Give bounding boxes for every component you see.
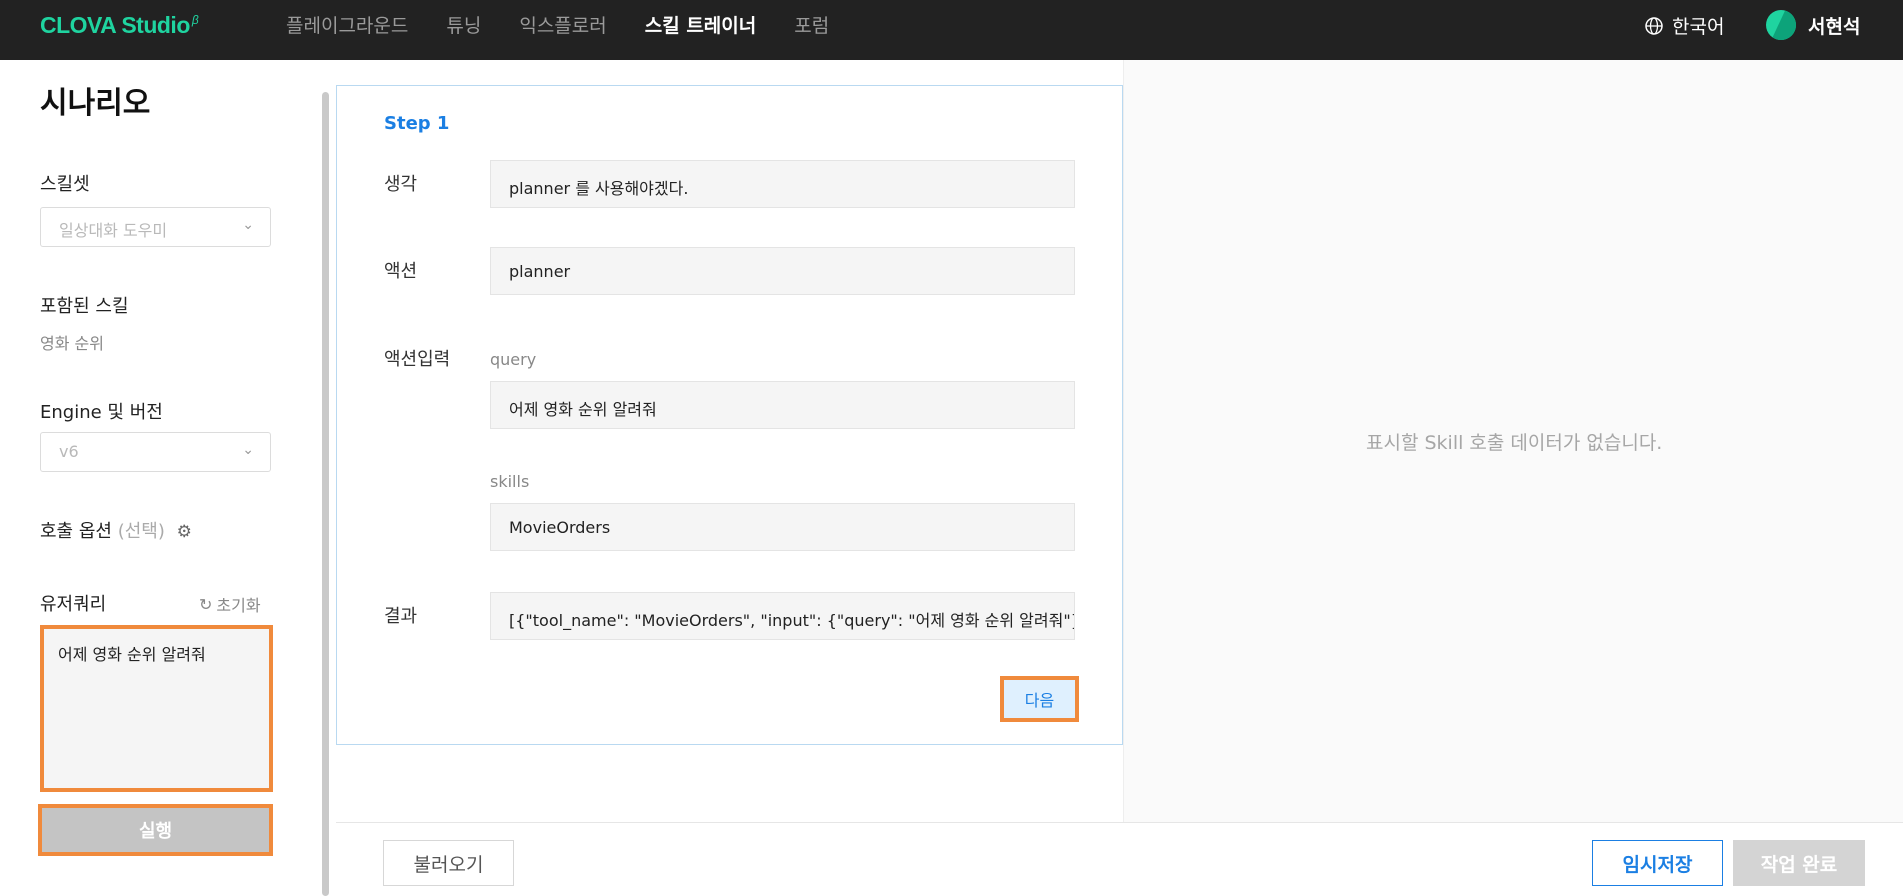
run-button[interactable]: 실행 [42, 808, 269, 852]
next-button-highlight: 다음 [1000, 676, 1079, 722]
logo-text: CLOVA Studio [40, 12, 190, 38]
user-avatar [1766, 10, 1796, 40]
query-field[interactable]: 어제 영화 순위 알려줘 [490, 381, 1075, 429]
included-skill-item: 영화 순위 [40, 334, 104, 353]
language-label: 한국어 [1672, 16, 1725, 38]
action-input-label: 액션입력 [384, 349, 451, 370]
nav-explorer[interactable]: 익스플로러 [519, 11, 606, 38]
result-label: 결과 [384, 606, 418, 627]
skillset-value: 일상대화 도우미 [59, 221, 168, 240]
step-title: Step 1 [384, 113, 450, 134]
query-sub-label: query [490, 350, 537, 369]
nav-forum[interactable]: 포럼 [794, 11, 829, 38]
skillset-label: 스킬셋 [40, 174, 90, 195]
skillset-select[interactable]: 일상대화 도우미 ⌄ [40, 207, 271, 247]
nav-skill-trainer[interactable]: 스킬 트레이너 [645, 11, 757, 38]
empty-message: 표시할 Skill 호출 데이터가 없습니다. [1366, 432, 1663, 454]
refresh-icon: ↻ [199, 594, 213, 614]
thought-field[interactable]: planner 를 사용해야겠다. [490, 160, 1075, 208]
action-field[interactable]: planner [490, 247, 1075, 295]
chevron-down-icon: ⌄ [242, 217, 254, 233]
gear-icon[interactable]: ⚙ [177, 522, 192, 542]
reset-button[interactable]: ↻ 초기화 [199, 592, 261, 616]
engine-value: v6 [59, 442, 79, 461]
user-name: 서현석 [1808, 15, 1861, 38]
user-query-input[interactable]: 어제 영화 순위 알려줘 [40, 625, 273, 792]
thought-label: 생각 [384, 174, 418, 195]
globe-icon [1645, 16, 1663, 35]
clova-studio-logo[interactable]: CLOVA Studio β [40, 12, 199, 39]
skills-field[interactable]: MovieOrders [490, 503, 1075, 551]
engine-select[interactable]: v6 ⌄ [40, 432, 271, 472]
next-button[interactable]: 다음 [1004, 680, 1075, 718]
nav-tuning[interactable]: 튜닝 [446, 11, 481, 38]
sidebar-scrollbar[interactable] [322, 92, 329, 896]
logo-beta-mark: β [191, 13, 199, 28]
skills-sub-label: skills [490, 472, 530, 491]
engine-label: Engine 및 버전 [40, 402, 163, 423]
temp-save-button[interactable]: 임시저장 [1592, 840, 1723, 886]
chevron-down-icon: ⌄ [242, 442, 254, 458]
result-field[interactable]: [{"tool_name": "MovieOrders", "input": {… [490, 592, 1075, 640]
call-option-hint: (선택) [117, 521, 165, 542]
language-selector[interactable]: 한국어 [1644, 12, 1724, 39]
load-button[interactable]: 불러오기 [383, 840, 514, 886]
call-option-text: 호출 옵션 [40, 521, 112, 542]
main-nav: 플레이그라운드 튜닝 익스플로러 스킬 트레이너 포럼 [286, 0, 829, 48]
user-query-label: 유저쿼리 [40, 594, 107, 615]
user-menu[interactable]: 서현석 [1766, 10, 1860, 40]
call-option-label: 호출 옵션 (선택) ⚙ [40, 517, 192, 543]
complete-button[interactable]: 작업 완료 [1733, 840, 1865, 886]
run-button-highlight: 실행 [38, 804, 273, 856]
action-label: 액션 [384, 261, 418, 282]
sidebar-title: 시나리오 [40, 86, 151, 121]
reset-label: 초기화 [216, 596, 261, 615]
nav-playground[interactable]: 플레이그라운드 [286, 11, 408, 38]
included-skills-label: 포함된 스킬 [40, 296, 129, 317]
top-nav-bar: CLOVA Studio β 플레이그라운드 튜닝 익스플로러 스킬 트레이너 포… [0, 0, 1903, 60]
